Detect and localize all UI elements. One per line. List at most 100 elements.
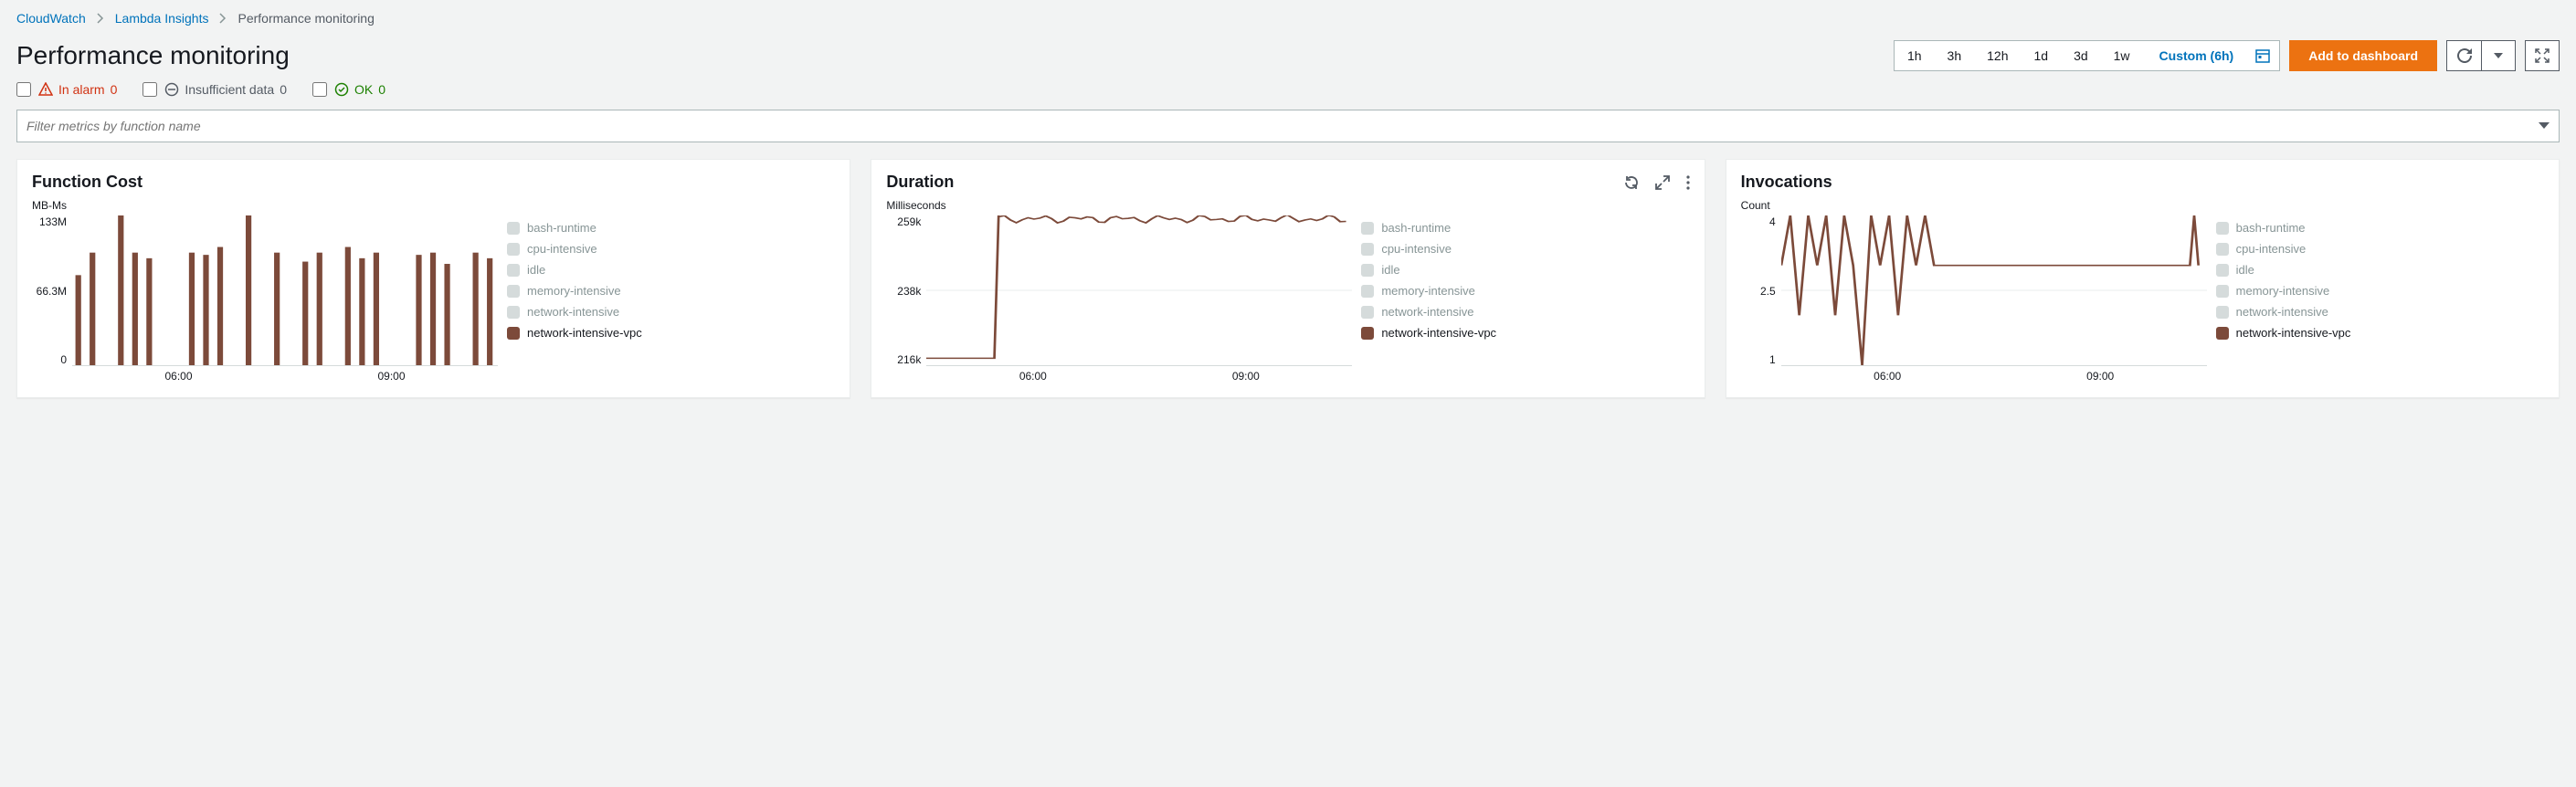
legend-swatch — [507, 306, 520, 319]
legend-item[interactable]: network-intensive-vpc — [507, 326, 835, 340]
legend-swatch — [507, 243, 520, 256]
alarm-filters: In alarm 0 Insufficient data 0 OK 0 — [16, 82, 2560, 97]
x-axis: 06:0009:00 — [926, 370, 1352, 384]
filter-container — [16, 110, 2560, 142]
in-alarm-checkbox[interactable] — [16, 82, 31, 97]
legend-label: network-intensive — [1381, 305, 1473, 319]
legend-label: idle — [1381, 263, 1399, 277]
legend-item[interactable]: bash-runtime — [2216, 221, 2544, 235]
legend-label: network-intensive — [527, 305, 619, 319]
legend-label: bash-runtime — [527, 221, 596, 235]
legend-swatch — [2216, 222, 2229, 235]
insufficient-count: 0 — [280, 82, 287, 97]
legend-label: bash-runtime — [1381, 221, 1451, 235]
breadcrumb-root[interactable]: CloudWatch — [16, 11, 86, 26]
ok-checkbox[interactable] — [312, 82, 327, 97]
legend-item[interactable]: network-intensive-vpc — [1361, 326, 1689, 340]
legend-label: memory-intensive — [2236, 284, 2330, 298]
insufficient-label: Insufficient data — [185, 82, 274, 97]
time-range-3h[interactable]: 3h — [1935, 41, 1975, 70]
legend-item[interactable]: network-intensive — [2216, 305, 2544, 319]
insufficient-checkbox[interactable] — [143, 82, 157, 97]
legend-item[interactable]: memory-intensive — [507, 284, 835, 298]
add-to-dashboard-button[interactable]: Add to dashboard — [2289, 40, 2437, 71]
refresh-dropdown-button[interactable] — [2481, 40, 2516, 71]
breadcrumb-current: Performance monitoring — [238, 11, 374, 26]
legend-item[interactable]: idle — [507, 263, 835, 277]
legend-swatch — [2216, 327, 2229, 340]
calendar-icon[interactable] — [2246, 41, 2279, 70]
legend-item[interactable]: memory-intensive — [1361, 284, 1689, 298]
legend-swatch — [1361, 243, 1374, 256]
legend-item[interactable]: cpu-intensive — [507, 242, 835, 256]
chart-refresh-icon[interactable] — [1624, 175, 1639, 190]
legend-label: network-intensive-vpc — [527, 326, 642, 340]
chart-legend: bash-runtime cpu-intensive idle memory-i… — [1361, 215, 1689, 384]
alarm-warning-icon — [38, 82, 53, 97]
ok-count: 0 — [378, 82, 385, 97]
legend-swatch — [2216, 243, 2229, 256]
refresh-button[interactable] — [2446, 40, 2481, 71]
chart-menu-icon[interactable] — [1686, 175, 1690, 190]
ok-check-icon — [334, 82, 349, 97]
chevron-right-icon — [97, 13, 104, 24]
time-range-1w[interactable]: 1w — [2101, 41, 2143, 70]
legend-item[interactable]: bash-runtime — [1361, 221, 1689, 235]
legend-label: network-intensive-vpc — [2236, 326, 2351, 340]
legend-swatch — [507, 222, 520, 235]
filter-input[interactable] — [26, 119, 2539, 133]
legend-label: idle — [527, 263, 545, 277]
breadcrumb-section[interactable]: Lambda Insights — [115, 11, 209, 26]
time-range-12h[interactable]: 12h — [1974, 41, 2021, 70]
chart-panel-function cost: Function Cost MB-Ms 133M66.3M0 06:0009:0… — [16, 159, 850, 398]
fullscreen-button[interactable] — [2525, 40, 2560, 71]
chevron-right-icon — [219, 13, 227, 24]
time-range-3d[interactable]: 3d — [2061, 41, 2101, 70]
time-range-1h[interactable]: 1h — [1895, 41, 1935, 70]
legend-item[interactable]: memory-intensive — [2216, 284, 2544, 298]
legend-item[interactable]: cpu-intensive — [1361, 242, 1689, 256]
legend-label: cpu-intensive — [2236, 242, 2307, 256]
chart-panel-duration: Duration Milliseconds 259k238k216k 06:00… — [871, 159, 1705, 398]
x-axis: 06:0009:00 — [72, 370, 498, 384]
legend-item[interactable]: bash-runtime — [507, 221, 835, 235]
chart-title: Function Cost — [32, 173, 143, 192]
ok-label: OK — [354, 82, 373, 97]
chart-unit-label: MB-Ms — [32, 199, 835, 212]
y-axis: 259k238k216k — [886, 215, 926, 366]
chart-title: Invocations — [1741, 173, 1832, 192]
in-alarm-label: In alarm — [58, 82, 105, 97]
legend-swatch — [1361, 285, 1374, 298]
chart-plot[interactable]: 133M66.3M0 06:0009:00 — [32, 215, 498, 384]
legend-label: bash-runtime — [2236, 221, 2306, 235]
legend-swatch — [1361, 222, 1374, 235]
time-range-custom[interactable]: Custom (6h) — [2143, 41, 2247, 70]
legend-swatch — [1361, 264, 1374, 277]
time-range-picker: 1h 3h 12h 1d 3d 1w Custom (6h) — [1894, 40, 2280, 71]
chart-unit-label: Milliseconds — [886, 199, 1689, 212]
chart-plot[interactable]: 42.51 06:0009:00 — [1741, 215, 2207, 384]
filter-dropdown-icon[interactable] — [2539, 122, 2550, 130]
chart-legend: bash-runtime cpu-intensive idle memory-i… — [507, 215, 835, 384]
legend-item[interactable]: network-intensive — [1361, 305, 1689, 319]
legend-label: cpu-intensive — [527, 242, 597, 256]
legend-swatch — [507, 327, 520, 340]
legend-swatch — [2216, 306, 2229, 319]
legend-label: cpu-intensive — [1381, 242, 1452, 256]
legend-item[interactable]: idle — [2216, 263, 2544, 277]
chart-expand-icon[interactable] — [1655, 175, 1670, 190]
legend-label: network-intensive — [2236, 305, 2328, 319]
legend-item[interactable]: cpu-intensive — [2216, 242, 2544, 256]
chart-plot[interactable]: 259k238k216k 06:0009:00 — [886, 215, 1352, 384]
legend-label: idle — [2236, 263, 2254, 277]
insufficient-icon — [164, 82, 179, 97]
chart-panel-invocations: Invocations Count 42.51 06:0009:00 bas — [1726, 159, 2560, 398]
chart-title: Duration — [886, 173, 954, 192]
legend-item[interactable]: network-intensive — [507, 305, 835, 319]
legend-swatch — [507, 285, 520, 298]
page-title: Performance monitoring — [16, 41, 290, 70]
legend-label: memory-intensive — [1381, 284, 1475, 298]
legend-item[interactable]: idle — [1361, 263, 1689, 277]
legend-item[interactable]: network-intensive-vpc — [2216, 326, 2544, 340]
time-range-1d[interactable]: 1d — [2021, 41, 2061, 70]
